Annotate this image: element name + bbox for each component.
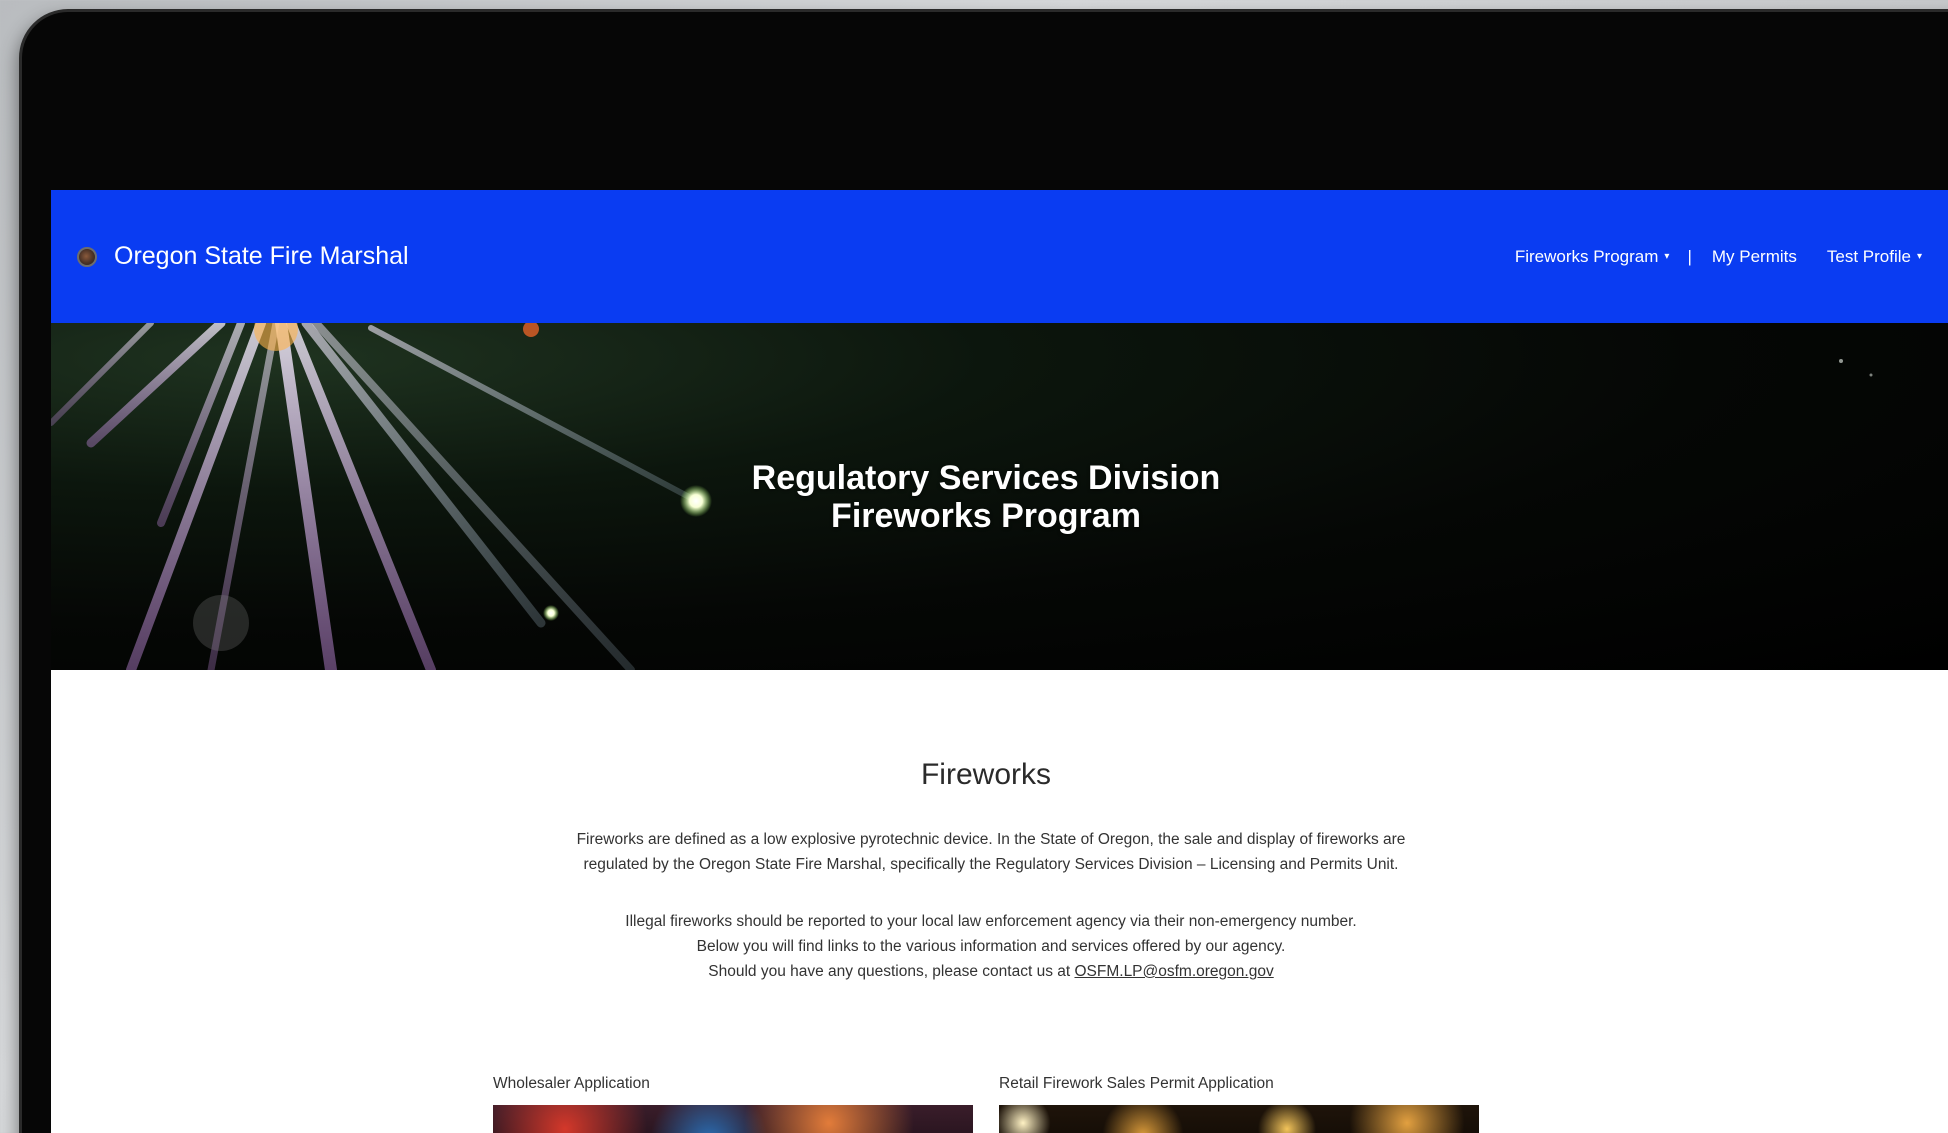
card-label[interactable]: Retail Firework Sales Permit Application bbox=[999, 1075, 1479, 1093]
nav-my-permits-label[interactable]: My Permits bbox=[1712, 247, 1797, 267]
card-retail-permit-application[interactable]: Retail Firework Sales Permit Application bbox=[999, 1075, 1479, 1133]
nav-fireworks-program[interactable]: Fireworks Program ▾ bbox=[1515, 247, 1670, 267]
top-navbar: Oregon State Fire Marshal Fireworks Prog… bbox=[51, 190, 1948, 323]
card-wholesaler-application[interactable]: Wholesaler Application bbox=[493, 1075, 973, 1133]
hero-title: Regulatory Services Division Fireworks P… bbox=[51, 459, 1921, 535]
chevron-down-icon[interactable]: ▾ bbox=[1917, 251, 1922, 262]
notes-paragraph: Illegal fireworks should be reported to … bbox=[491, 909, 1491, 984]
card-image[interactable] bbox=[493, 1105, 973, 1133]
intro-paragraph: Fireworks are defined as a low explosive… bbox=[491, 827, 1491, 877]
nav-test-profile-label[interactable]: Test Profile bbox=[1827, 247, 1911, 267]
hero-title-line1: Regulatory Services Division bbox=[751, 459, 1221, 497]
intro-line: regulated by the Oregon State Fire Marsh… bbox=[583, 856, 1399, 873]
brand-name[interactable]: Oregon State Fire Marshal bbox=[114, 242, 409, 271]
page-title: Fireworks bbox=[920, 758, 1051, 791]
nav-separator: | bbox=[1687, 246, 1692, 266]
note-line: Illegal fireworks should be reported to … bbox=[625, 913, 1357, 930]
nav-fireworks-program-label[interactable]: Fireworks Program bbox=[1515, 247, 1659, 267]
hero-title-line2: Fireworks Program bbox=[831, 497, 1141, 535]
contact-prefix: Should you have any questions, please co… bbox=[708, 963, 1075, 980]
brand[interactable]: Oregon State Fire Marshal bbox=[77, 242, 409, 271]
card-image[interactable] bbox=[999, 1105, 1479, 1133]
nav-my-permits[interactable]: My Permits bbox=[1712, 247, 1797, 267]
main-content: Fireworks Fireworks are defined as a low… bbox=[51, 670, 1948, 1133]
intro-line: Fireworks are defined as a low explosive… bbox=[576, 831, 1406, 848]
note-line: Below you will find links to the various… bbox=[696, 938, 1286, 955]
contact-email-link[interactable]: OSFM.LP@osfm.oregon.gov bbox=[1074, 963, 1273, 980]
note-line: Should you have any questions, please co… bbox=[491, 959, 1491, 984]
card-label[interactable]: Wholesaler Application bbox=[493, 1075, 973, 1093]
nav-links: Fireworks Program ▾ | My Permits Test Pr… bbox=[1515, 190, 1922, 323]
hero-banner: Regulatory Services Division Fireworks P… bbox=[51, 323, 1948, 670]
browser-viewport: Oregon State Fire Marshal Fireworks Prog… bbox=[51, 190, 1948, 1133]
nav-test-profile[interactable]: Test Profile ▾ bbox=[1827, 247, 1922, 267]
seal-icon bbox=[77, 246, 97, 267]
chevron-down-icon[interactable]: ▾ bbox=[1664, 251, 1669, 262]
